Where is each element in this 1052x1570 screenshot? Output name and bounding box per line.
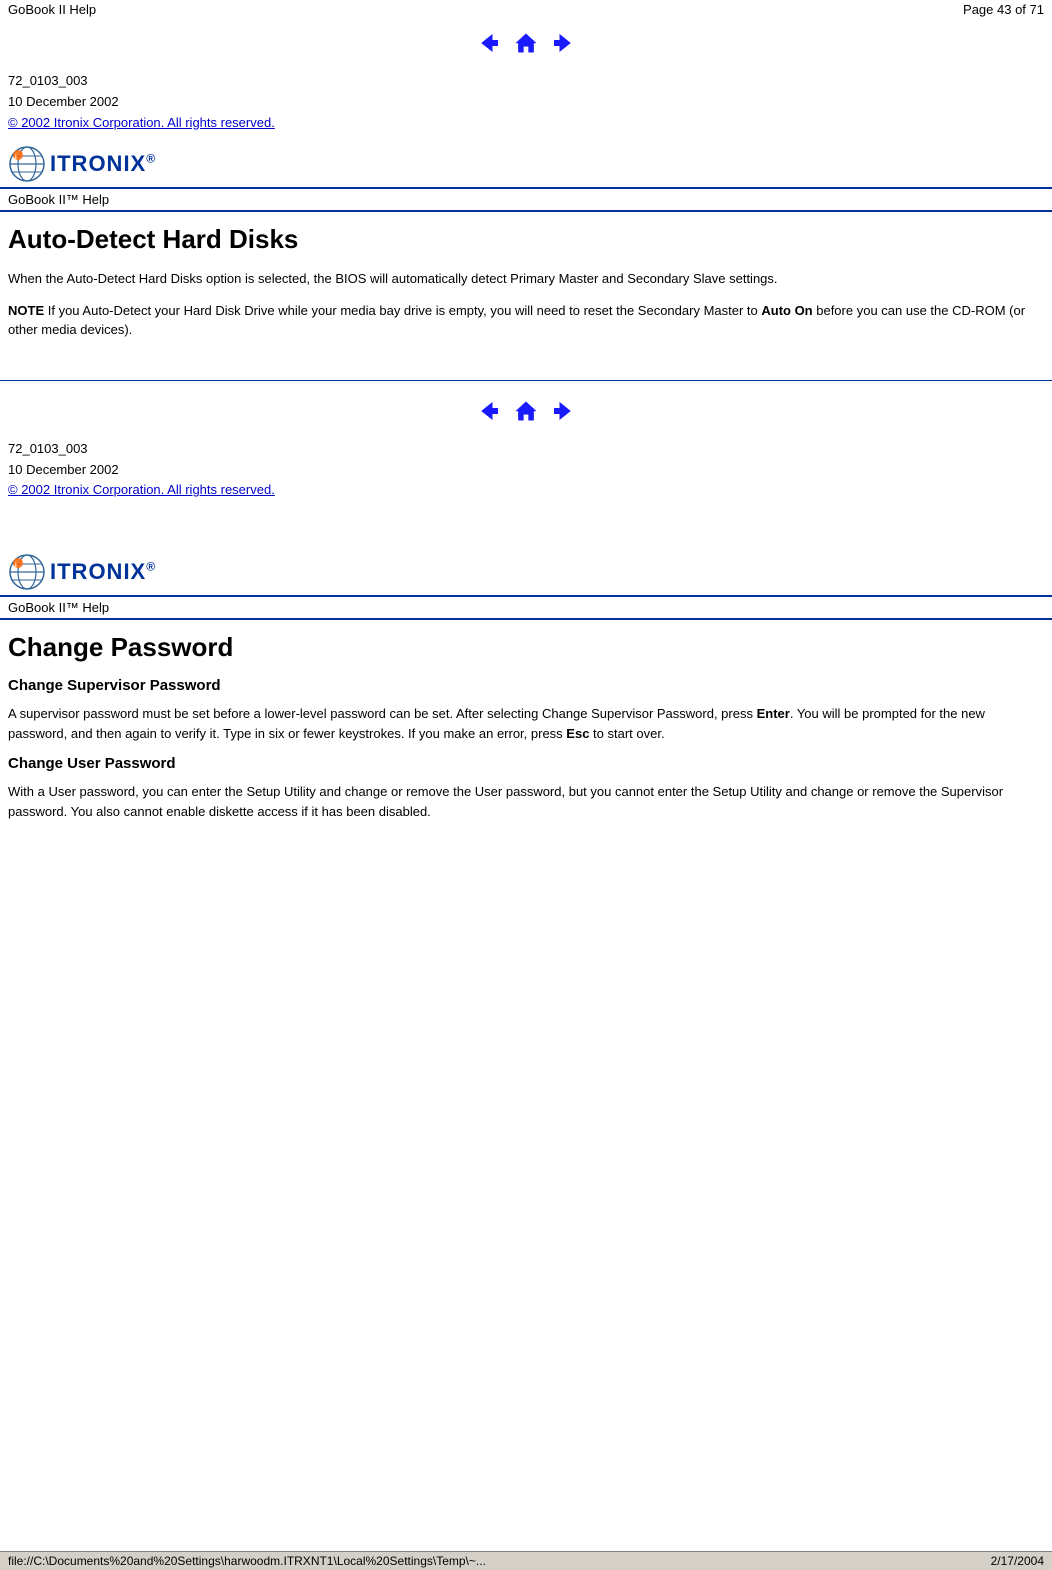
app-title: GoBook II Help	[8, 2, 96, 17]
header-bar: GoBook II Help Page 43 of 71	[0, 0, 1052, 19]
sub-heading-1: Change Supervisor Password	[8, 677, 1044, 694]
note-bold: Auto On	[761, 303, 812, 318]
copyright-link-1[interactable]: © 2002 Itronix Corporation. All rights r…	[8, 115, 275, 130]
section-title-bar-2: GoBook II™ Help	[0, 595, 1052, 620]
forward-button-2[interactable]	[546, 397, 578, 425]
back-button[interactable]	[474, 29, 506, 57]
copyright-2: © 2002 Itronix Corporation. All rights r…	[8, 480, 1044, 501]
doc-id-2: 72_0103_003	[8, 439, 1044, 460]
content-area-2: Change Password Change Supervisor Passwo…	[0, 620, 1052, 845]
home-button[interactable]	[510, 29, 542, 57]
logo-globe-icon-2: i	[8, 553, 46, 591]
page-heading-2: Change Password	[8, 632, 1044, 663]
body-text-3: With a User password, you can enter the …	[8, 782, 1044, 821]
page-heading-1: Auto-Detect Hard Disks	[8, 224, 1044, 255]
bottom-nav-1	[0, 397, 1052, 425]
logo-text-2: ITRONIX®	[50, 559, 156, 585]
copyright-link-2[interactable]: © 2002 Itronix Corporation. All rights r…	[8, 482, 275, 497]
sub-heading-2: Change User Password	[8, 755, 1044, 772]
spacer	[0, 505, 1052, 545]
forward-button[interactable]	[546, 29, 578, 57]
home-button-2[interactable]	[510, 397, 542, 425]
section-label-1: GoBook II™ Help	[8, 192, 109, 207]
date-1: 10 December 2002	[8, 92, 1044, 113]
date-2: 10 December 2002	[8, 460, 1044, 481]
body-text-2: A supervisor password must be set before…	[8, 704, 1044, 743]
logo-globe-icon-1: i	[8, 145, 46, 183]
section1-footer: 72_0103_003 10 December 2002 © 2002 Itro…	[0, 67, 1052, 137]
body-text-1: When the Auto-Detect Hard Disks option i…	[8, 269, 1044, 289]
status-date: 2/17/2004	[991, 1554, 1044, 1568]
note-text-1: NOTE If you Auto-Detect your Hard Disk D…	[8, 301, 1044, 340]
file-path: file://C:\Documents%20and%20Settings\har…	[8, 1554, 486, 1568]
section-title-bar-1: GoBook II™ Help	[0, 187, 1052, 212]
section-label-2: GoBook II™ Help	[8, 600, 109, 615]
status-bar: file://C:\Documents%20and%20Settings\har…	[0, 1551, 1052, 1570]
itronix-logo-1: i ITRONIX®	[8, 145, 156, 183]
content-area-1: Auto-Detect Hard Disks When the Auto-Det…	[0, 212, 1052, 364]
logo-section-2: i ITRONIX®	[0, 545, 1052, 595]
itronix-logo-2: i ITRONIX®	[8, 553, 156, 591]
copyright-1: © 2002 Itronix Corporation. All rights r…	[8, 113, 1044, 134]
divider-1	[0, 380, 1052, 381]
section2-footer: 72_0103_003 10 December 2002 © 2002 Itro…	[0, 435, 1052, 505]
page-bottom-spacer	[0, 845, 1052, 885]
logo-text-1: ITRONIX®	[50, 151, 156, 177]
doc-id-1: 72_0103_003	[8, 71, 1044, 92]
logo-section-1: i ITRONIX®	[0, 137, 1052, 187]
note-label: NOTE	[8, 303, 44, 318]
back-button-2[interactable]	[474, 397, 506, 425]
page-info: Page 43 of 71	[963, 2, 1044, 17]
top-nav	[0, 29, 1052, 57]
